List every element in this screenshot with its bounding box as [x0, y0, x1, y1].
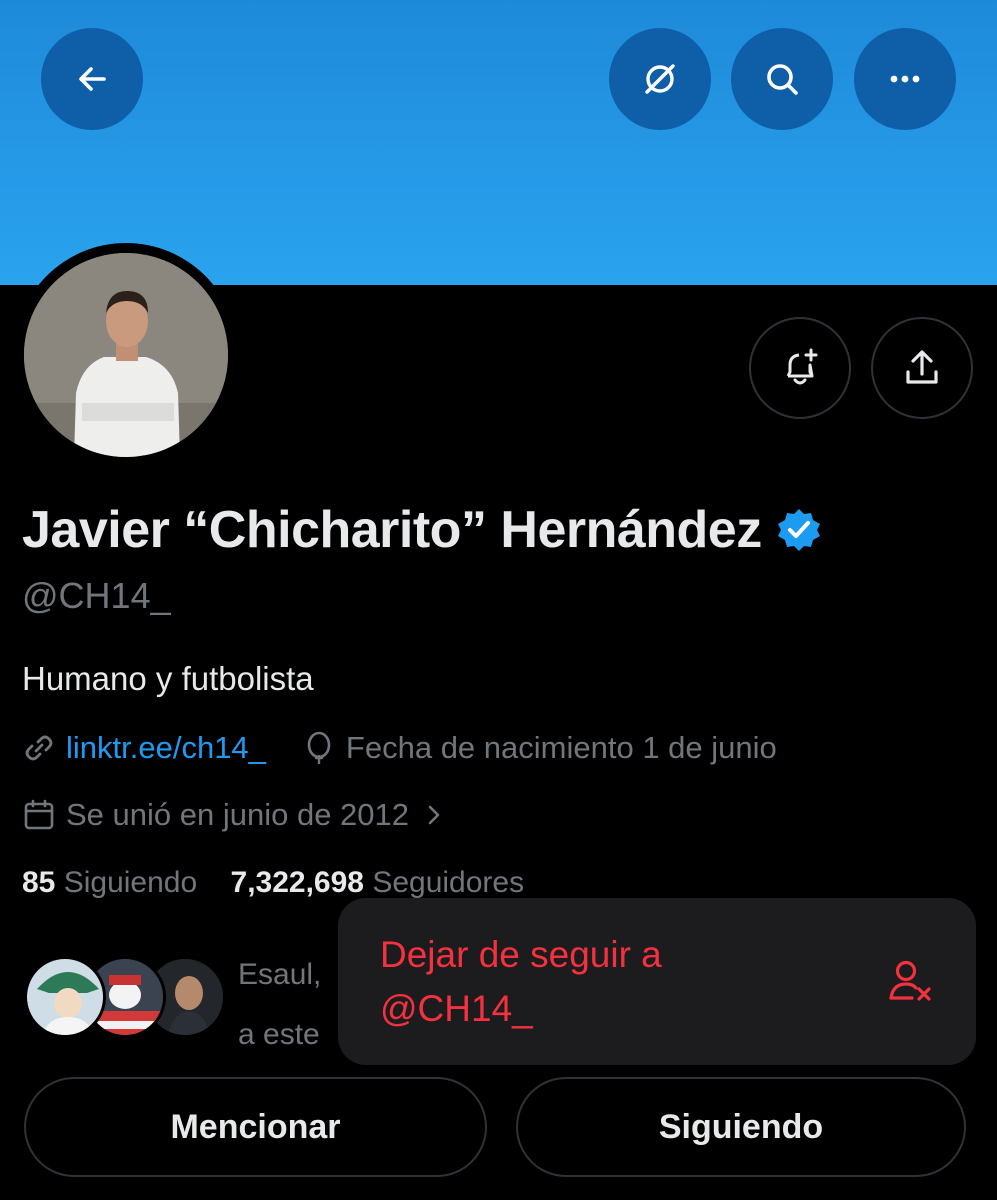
follower-avatar — [24, 956, 106, 1038]
following-stat[interactable]: 85 Siguiendo — [22, 866, 197, 899]
balloon-icon — [307, 731, 331, 764]
followed-by-line-1: Esaul, — [238, 958, 322, 991]
arrow-left-icon — [79, 67, 106, 91]
unfollow-menu-item[interactable]: Dejar de seguir a @CH14_ — [338, 898, 976, 1065]
search-icon — [767, 64, 798, 95]
chevron-right-icon — [428, 805, 440, 825]
followed-by-line-2: a este — [238, 1018, 320, 1051]
verified-badge-icon[interactable] — [776, 507, 822, 553]
mention-button[interactable]: Mencionar — [24, 1077, 487, 1177]
avatar[interactable] — [24, 253, 228, 457]
profile-joined-row[interactable]: Se unió en junio de 2012 — [22, 797, 447, 833]
profile-name-text: Javier “Chicharito” Hernández — [22, 501, 762, 559]
more-button[interactable] — [854, 28, 956, 130]
followers-count: 7,322,698 — [230, 866, 364, 899]
profile-banner[interactable] — [0, 0, 997, 285]
back-button[interactable] — [41, 28, 143, 130]
following-button[interactable]: Siguiendo — [516, 1077, 966, 1177]
followers-stat[interactable]: 7,322,698 Seguidores — [231, 866, 525, 899]
profile-name: Javier “Chicharito” Hernández — [22, 500, 822, 560]
user-remove-icon — [889, 960, 931, 1001]
search-button[interactable] — [731, 28, 833, 130]
following-label: Siguiendo — [63, 866, 198, 899]
grok-icon — [645, 64, 675, 94]
grok-button[interactable] — [609, 28, 711, 130]
context-menu: Dejar de seguir a @CH14_ — [338, 898, 976, 1065]
followers-label: Seguidores — [372, 866, 525, 899]
profile-birthday: Fecha de nacimiento 1 de junio — [345, 730, 777, 765]
more-icon — [890, 75, 920, 83]
profile-stats: 85 Siguiendo 7,322,698 Seguidores — [22, 866, 524, 900]
calendar-icon — [24, 799, 54, 830]
profile-meta-row-1: linktr.ee/ch14_ Fecha de nacimiento 1 de… — [22, 730, 777, 766]
following-count: 85 — [22, 866, 56, 899]
avatar-photo — [24, 253, 228, 457]
unfollow-label: Dejar de seguir a @CH14_ — [380, 933, 662, 1029]
link-icon — [25, 735, 53, 761]
notifications-button[interactable] — [749, 317, 851, 419]
share-button[interactable] — [871, 317, 973, 419]
share-icon — [906, 350, 938, 384]
profile-joined: Se unió en junio de 2012 — [66, 797, 410, 832]
bell-plus-icon — [786, 348, 818, 385]
followed-by-text[interactable]: Esaul, a este — [238, 945, 321, 1065]
profile-handle: @CH14_ — [22, 575, 171, 616]
profile-bio: Humano y futbolista — [22, 660, 314, 697]
profile-link[interactable]: linktr.ee/ch14_ — [66, 730, 266, 766]
